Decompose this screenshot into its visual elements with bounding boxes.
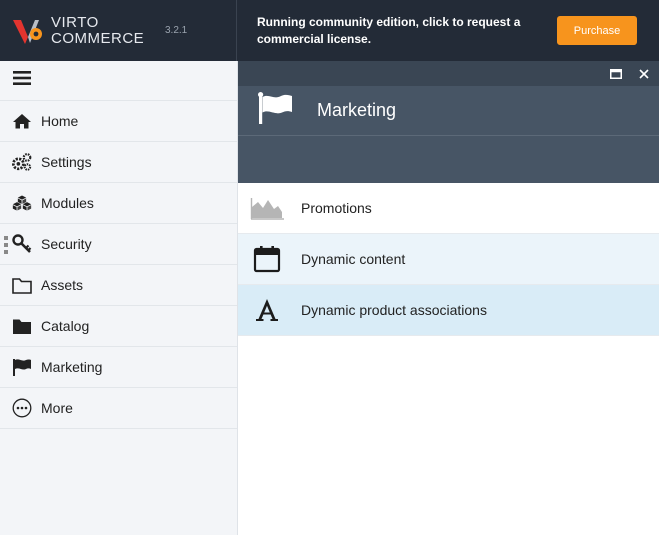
maximize-icon[interactable] — [609, 67, 623, 81]
cubes-icon — [12, 193, 32, 213]
sidebar-item-catalog[interactable]: Catalog — [0, 306, 237, 347]
calendar-icon — [250, 244, 284, 274]
sidebar-item-marketing[interactable]: Marketing — [0, 347, 237, 388]
folder-icon — [12, 316, 32, 336]
list-item-dynamic-product-associations[interactable]: Dynamic product associations — [238, 285, 659, 336]
brand-name: VIRTO COMMERCE — [51, 13, 145, 47]
key-icon — [12, 234, 32, 254]
top-bar: VIRTO COMMERCE 3.2.1 Running community e… — [0, 0, 659, 61]
sidebar-item-label: Security — [41, 236, 92, 252]
sidebar-item-more[interactable]: More — [0, 388, 237, 429]
hamburger-icon — [13, 70, 31, 91]
folder-outline-icon — [12, 275, 32, 295]
sidebar-item-label: Settings — [41, 154, 92, 170]
sidebar-item-assets[interactable]: Assets — [0, 265, 237, 306]
list-item-label: Dynamic content — [301, 251, 406, 267]
virto-logo-icon — [12, 15, 44, 47]
flag-icon — [258, 92, 293, 129]
blade-header: Marketing — [238, 86, 659, 136]
close-icon[interactable] — [637, 67, 651, 81]
drag-handle-icon[interactable] — [4, 236, 8, 254]
ellipsis-circle-icon — [12, 398, 32, 418]
list-item-dynamic-content[interactable]: Dynamic content — [238, 234, 659, 285]
sidebar-item-security[interactable]: Security — [0, 224, 237, 265]
brand[interactable]: VIRTO COMMERCE 3.2.1 — [0, 0, 237, 61]
license-notice-text[interactable]: Running community edition, click to requ… — [257, 14, 537, 48]
sidebar-item-home[interactable]: Home — [0, 101, 237, 142]
menu-toggle-button[interactable] — [0, 61, 237, 101]
list-item-promotions[interactable]: Promotions — [238, 183, 659, 234]
brand-line2: COMMERCE — [51, 29, 145, 47]
marketing-blade: Marketing Promotions Dynamic content Dyn… — [238, 61, 659, 535]
version-label: 3.2.1 — [165, 25, 188, 36]
sidebar-item-modules[interactable]: Modules — [0, 183, 237, 224]
list-item-label: Dynamic product associations — [301, 302, 487, 318]
blade-controls — [238, 61, 659, 86]
area-chart-icon — [250, 193, 284, 223]
flag-icon — [12, 357, 32, 377]
sidebar-item-label: Marketing — [41, 359, 103, 375]
license-notice: Running community edition, click to requ… — [237, 0, 659, 61]
purchase-button[interactable]: Purchase — [557, 16, 637, 45]
list-item-label: Promotions — [301, 200, 372, 216]
sidebar-item-settings[interactable]: Settings — [0, 142, 237, 183]
blade-title: Marketing — [317, 100, 397, 120]
sidebar-item-label: Home — [41, 113, 79, 129]
font-icon — [250, 295, 284, 325]
sidebar: Home Settings Modules Security Assets Ca… — [0, 61, 238, 535]
sidebar-item-label: Catalog — [41, 318, 90, 334]
home-icon — [12, 111, 32, 131]
sidebar-item-label: More — [41, 400, 73, 416]
brand-line1: VIRTO — [51, 13, 99, 31]
sidebar-item-label: Modules — [41, 195, 94, 211]
sidebar-item-label: Assets — [41, 277, 84, 293]
gears-icon — [12, 152, 32, 172]
blade-toolbar — [238, 136, 659, 183]
